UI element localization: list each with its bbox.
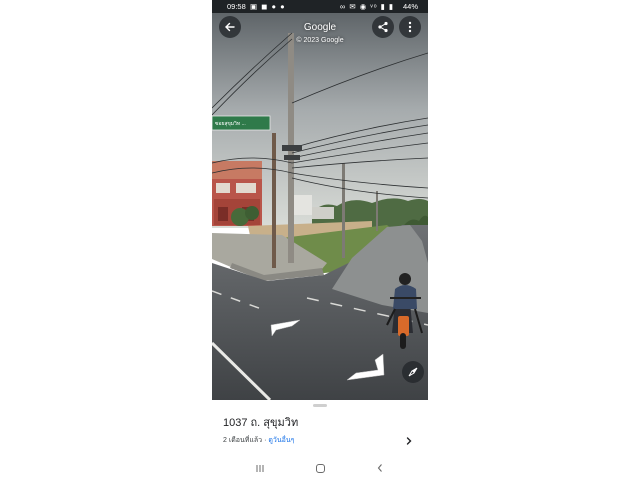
arrow-left-icon [225, 22, 235, 32]
home-button[interactable] [312, 460, 328, 476]
back-nav-icon [377, 464, 382, 472]
more-options-button[interactable] [399, 16, 421, 38]
sheet-drag-handle[interactable] [313, 404, 327, 407]
copyright-text: © 2023 Google [296, 37, 344, 44]
status-bar: 09:58 ▣ ◼ ● ● ∞ ✉ ◉ ᵛᵒ ▮ ▮ 44% [212, 0, 428, 13]
phone-screen: 09:58 ▣ ◼ ● ● ∞ ✉ ◉ ᵛᵒ ▮ ▮ 44% ซอยสุขุมว… [212, 0, 428, 480]
separator: · [264, 437, 267, 444]
street-sign-text: ซอยสุขุมวิท ... [215, 120, 246, 127]
address-title: 1037 ถ. สุขุมวิท [223, 417, 299, 429]
compass-icon [408, 367, 418, 377]
google-title: Google [303, 22, 337, 33]
system-icons: ∞ ✉ ◉ ᵛᵒ ▮ ▮ [339, 2, 394, 11]
share-icon [378, 21, 388, 33]
system-nav-bar [212, 456, 428, 480]
more-vert-icon [408, 21, 412, 33]
share-button[interactable] [372, 16, 394, 38]
back-button[interactable] [219, 16, 241, 38]
street-view-image[interactable]: ซอยสุขุมวิท ... [212, 13, 428, 400]
capture-info: 2 เดือนที่แล้ว · ดูวันอื่นๆ [223, 435, 294, 446]
expand-details-button[interactable] [405, 433, 413, 451]
status-time: 09:58 [227, 2, 246, 11]
recent-apps-button[interactable] [252, 460, 268, 476]
recent-apps-icon [256, 464, 264, 472]
system-back-button[interactable] [372, 460, 388, 476]
chevron-right-icon [406, 437, 412, 445]
see-more-dates-link[interactable]: ดูวันอื่นๆ [268, 437, 294, 444]
home-icon [315, 463, 325, 473]
street-view-scene: ซอยสุขุมวิท ... [212, 13, 428, 400]
notification-icons: ▣ ◼ ● ● [250, 2, 286, 11]
capture-date: 2 เดือนที่แล้ว [223, 437, 263, 444]
battery-level: 44% [402, 2, 418, 11]
compass-button[interactable] [402, 361, 424, 383]
